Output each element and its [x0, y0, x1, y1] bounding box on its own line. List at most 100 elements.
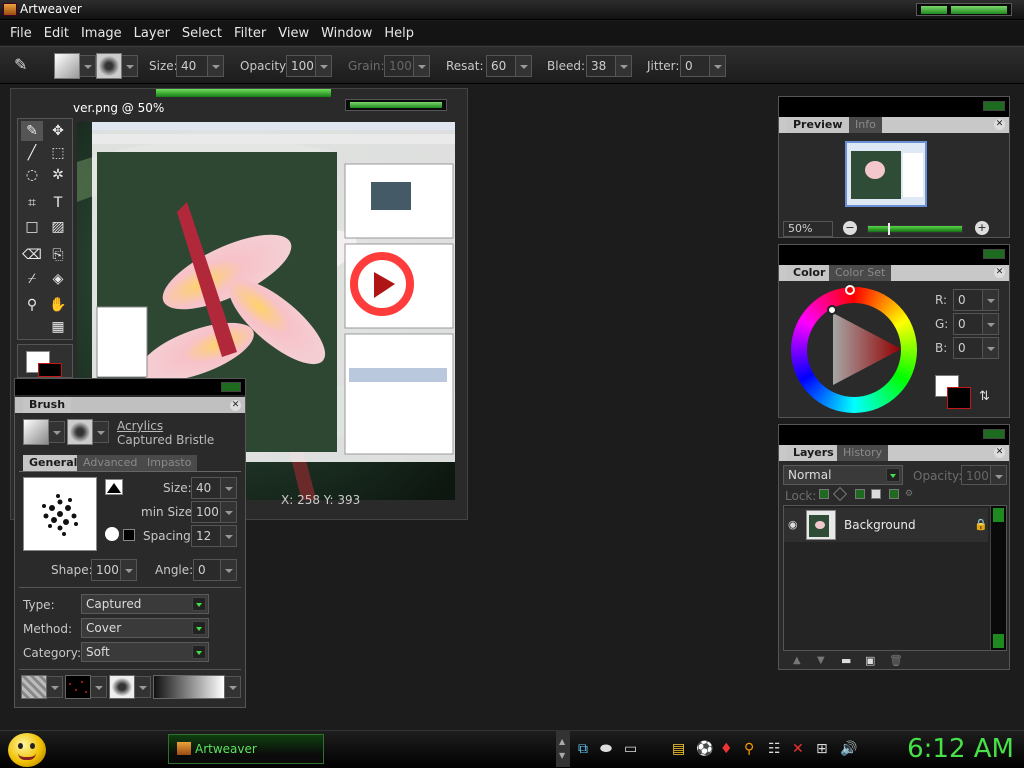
- pattern-thumbnail[interactable]: [65, 675, 91, 699]
- tray-scroll-icon[interactable]: ▲ ▼: [556, 731, 570, 767]
- navigator-thumbnail[interactable]: [845, 141, 927, 207]
- tab-color[interactable]: Color: [787, 265, 832, 281]
- pattern-dropdown-arrow[interactable]: [91, 676, 107, 698]
- lasso-tool-icon[interactable]: ◌: [21, 165, 43, 185]
- grid-tool-icon[interactable]: ▦: [47, 317, 69, 337]
- secondary-color-swatch[interactable]: [38, 363, 62, 377]
- lock-pixels-icon[interactable]: [855, 489, 865, 499]
- move-layer-up-icon[interactable]: ▲: [793, 655, 801, 666]
- blend-mode-select[interactable]: Normal: [783, 465, 903, 485]
- angle-input[interactable]: 0: [193, 559, 221, 581]
- menu-select[interactable]: Select: [176, 26, 228, 41]
- tray-drive-icon[interactable]: ▭: [624, 741, 637, 757]
- zoom-out-icon[interactable]: −: [843, 221, 857, 235]
- magic-wand-tool-icon[interactable]: ✲: [47, 165, 69, 185]
- menu-window[interactable]: Window: [315, 26, 378, 41]
- tray-connection-icon[interactable]: ⊞: [816, 741, 828, 757]
- spacing-spin[interactable]: [221, 525, 237, 547]
- shape-input[interactable]: 100: [91, 559, 121, 581]
- opacity-spin[interactable]: [316, 55, 332, 77]
- type-select[interactable]: Captured: [81, 594, 209, 614]
- resat-input[interactable]: 60: [486, 55, 516, 77]
- secondary-color-swatch[interactable]: [947, 387, 971, 409]
- tab-layers[interactable]: Layers: [787, 445, 840, 461]
- scroll-down-icon[interactable]: [993, 634, 1004, 648]
- zoom-in-icon[interactable]: +: [975, 221, 989, 235]
- variant-dropdown-arrow[interactable]: [49, 421, 65, 443]
- brush-variant-thumbnail[interactable]: [23, 419, 49, 445]
- tab-advanced[interactable]: Advanced: [77, 455, 144, 471]
- panel-close-icon[interactable]: ✕: [994, 447, 1005, 458]
- tray-app-icon[interactable]: ☷: [768, 741, 781, 757]
- color-triangle[interactable]: [791, 287, 917, 413]
- move-layer-down-icon[interactable]: ▼: [817, 655, 825, 666]
- nozzle-thumbnail[interactable]: [109, 675, 135, 699]
- layer-name[interactable]: Background: [844, 518, 916, 532]
- menu-help[interactable]: Help: [378, 26, 420, 41]
- start-smiley-icon[interactable]: [8, 733, 46, 767]
- brush-shape-thumbnail[interactable]: [96, 53, 122, 79]
- saturation-handle[interactable]: [827, 305, 837, 315]
- layer-visibility-eye-icon[interactable]: ◉: [788, 518, 798, 531]
- delete-layer-icon[interactable]: 🗑: [889, 654, 903, 667]
- nozzle-dropdown-arrow[interactable]: [135, 676, 151, 698]
- panel-controls-icon[interactable]: [983, 101, 1005, 111]
- layer-lock-icon[interactable]: 🔒: [974, 518, 988, 531]
- panel-controls-icon[interactable]: [221, 382, 241, 392]
- paper-dropdown-arrow[interactable]: [47, 676, 63, 698]
- lock-all-icon[interactable]: [871, 489, 881, 499]
- spacing-input[interactable]: 12: [191, 525, 221, 547]
- lock-settings-icon[interactable]: ⚙: [905, 489, 915, 499]
- opacity-input[interactable]: 100: [286, 55, 316, 77]
- jitter-input[interactable]: 0: [680, 55, 710, 77]
- brush-profile-icon[interactable]: [105, 479, 123, 495]
- menu-image[interactable]: Image: [75, 26, 128, 41]
- hand-tool-icon[interactable]: ✋: [47, 295, 69, 315]
- tab-brush[interactable]: Brush: [23, 397, 72, 413]
- bleed-spin[interactable]: [616, 55, 632, 77]
- fill-tool-icon[interactable]: ◈: [47, 269, 69, 289]
- tray-ball-icon[interactable]: ⚽: [696, 741, 713, 757]
- tab-history[interactable]: History: [837, 445, 889, 461]
- panel-close-icon[interactable]: ✕: [994, 267, 1005, 278]
- g-spin[interactable]: [983, 313, 999, 335]
- brush-size-spin[interactable]: [221, 477, 237, 499]
- color-swap-icon[interactable]: ⇅: [979, 389, 990, 404]
- min-size-spin[interactable]: [221, 501, 237, 523]
- b-spin[interactable]: [983, 337, 999, 359]
- gradient-thumbnail[interactable]: [153, 675, 225, 699]
- taskbar-artweaver-button[interactable]: Artweaver: [168, 734, 324, 764]
- lock-option-icon[interactable]: [889, 489, 899, 499]
- resat-spin[interactable]: [516, 55, 532, 77]
- jitter-spin[interactable]: [710, 55, 726, 77]
- size-input[interactable]: 40: [176, 55, 208, 77]
- menu-edit[interactable]: Edit: [38, 26, 75, 41]
- brush-size-input[interactable]: 40: [191, 477, 221, 499]
- lock-position-icon[interactable]: [832, 486, 848, 502]
- rect-select-tool-icon[interactable]: ⬚: [47, 143, 69, 163]
- tray-volume-icon[interactable]: 🔊: [840, 741, 857, 757]
- shape-dropdown-arrow[interactable]: [93, 421, 109, 443]
- brush-category-name[interactable]: Acrylics: [117, 419, 163, 433]
- rectangle-tool-icon[interactable]: □: [21, 217, 43, 237]
- menu-view[interactable]: View: [272, 26, 315, 41]
- r-input[interactable]: 0: [953, 289, 983, 311]
- bleed-input[interactable]: 38: [586, 55, 616, 77]
- brush-variant-thumbnail[interactable]: [54, 53, 80, 79]
- layer-opacity-input[interactable]: 100: [961, 465, 991, 485]
- minimize-icon[interactable]: [921, 6, 947, 14]
- method-select[interactable]: Cover: [81, 618, 209, 638]
- brush-tool-icon[interactable]: ✎: [21, 121, 43, 141]
- tray-alert-icon[interactable]: ♦: [720, 741, 733, 757]
- tab-preview[interactable]: Preview: [787, 117, 849, 133]
- window-controls[interactable]: [916, 3, 1012, 16]
- text-tool-icon[interactable]: T: [47, 193, 69, 213]
- spacing-toggle-icon[interactable]: [123, 529, 135, 541]
- panel-controls-icon[interactable]: [983, 249, 1005, 259]
- g-input[interactable]: 0: [953, 313, 983, 335]
- taskbar-clock[interactable]: 6:12 AM: [907, 734, 1014, 764]
- gradient-dropdown-arrow[interactable]: [225, 676, 241, 698]
- brush-shape-thumbnail[interactable]: [67, 419, 93, 445]
- new-layer-icon[interactable]: ▣: [865, 654, 875, 667]
- b-input[interactable]: 0: [953, 337, 983, 359]
